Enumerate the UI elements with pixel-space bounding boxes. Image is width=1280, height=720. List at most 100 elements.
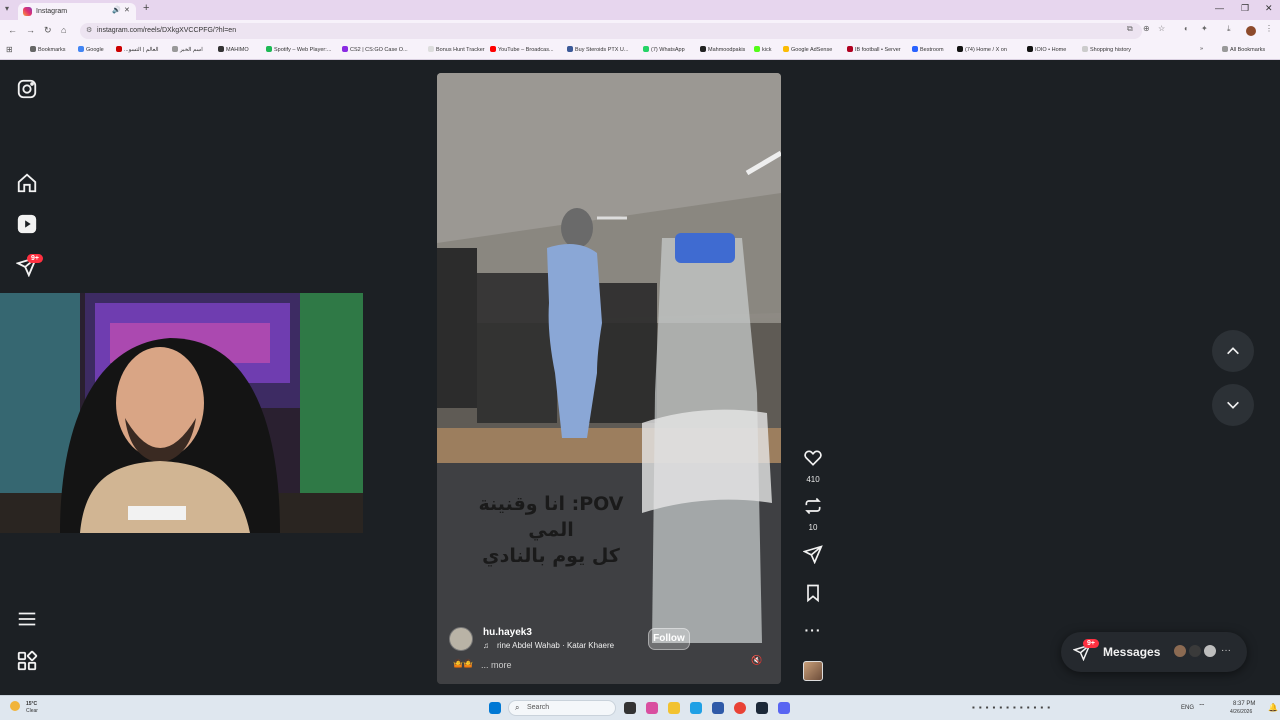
close-window-icon[interactable]: ✕ — [1265, 3, 1273, 14]
reel-video[interactable]: POV: انا وقنينة المي كل يوم بالنادي hu.h… — [437, 73, 781, 684]
next-reel-button[interactable] — [1212, 384, 1254, 426]
back-icon[interactable]: ← — [8, 25, 17, 35]
network-volume-icons[interactable]: ⌔ — [1198, 702, 1206, 712]
tab-close-icon[interactable]: ✕ — [124, 6, 130, 14]
maximize-icon[interactable]: ❐ — [1241, 3, 1249, 14]
instagram-reels-page: 9+ POV: انا وقنينة المي كل يوم بالنادي h… — [0, 60, 1280, 695]
bookmark-item[interactable]: Google — [78, 46, 104, 53]
bookmark-favicon-icon — [172, 46, 178, 52]
bookmark-item[interactable]: IB football • Server — [847, 46, 901, 53]
minimize-icon[interactable]: — — [1215, 3, 1224, 13]
task-view-icon[interactable] — [624, 702, 636, 714]
messages-badge: 9+ — [1083, 639, 1099, 648]
author-username[interactable]: hu.hayek3 — [483, 627, 532, 638]
chevron-up-icon — [1227, 347, 1239, 355]
taskbar-search[interactable]: ⌕ Search — [508, 700, 616, 716]
profile-avatar[interactable] — [1246, 26, 1256, 36]
chrome-icon[interactable] — [734, 702, 746, 714]
bookmark-favicon-icon — [1027, 46, 1033, 52]
more-options-icon[interactable]: ··· — [800, 622, 826, 638]
extensions-puzzle-icon[interactable]: ✦ — [1201, 24, 1208, 33]
tab-search-icon[interactable]: ▾ — [5, 4, 9, 13]
install-app-icon[interactable]: ⧉ — [1127, 24, 1133, 34]
bookmark-item[interactable]: اسم الخبر — [172, 46, 203, 53]
bookmark-label: Mahmoodpakis — [708, 47, 746, 53]
bookmark-item[interactable]: Bestroom — [912, 46, 944, 53]
clock-date[interactable]: 4/26/2026 — [1230, 709, 1252, 715]
browser-menu-icon[interactable]: ⋮ — [1265, 24, 1273, 33]
follow-button[interactable]: Follow — [648, 628, 690, 650]
browser-toolbar: ← → ↻ ⌂ ⚙ instagram.com/reels/DXkgXVCCPF… — [0, 20, 1280, 42]
menu-icon[interactable] — [16, 608, 38, 630]
bookmarks-overflow-icon[interactable]: » — [1200, 46, 1203, 52]
tab-instagram[interactable]: Instagram 🔊 ✕ — [18, 3, 136, 20]
zoom-icon[interactable]: ⊕ — [1143, 24, 1150, 33]
bookmark-item[interactable]: MAHIMO — [218, 46, 249, 53]
edge-icon[interactable] — [690, 702, 702, 714]
bookmark-label: Bookmarks — [38, 47, 66, 53]
steam-icon[interactable] — [756, 702, 768, 714]
discord-icon[interactable] — [778, 702, 790, 714]
bookmark-item[interactable]: IOIO • Home — [1027, 46, 1066, 53]
bookmark-label: Bonus Hunt Tracker — [436, 47, 485, 53]
more-apps-icon[interactable] — [16, 650, 38, 672]
save-action[interactable] — [800, 583, 826, 608]
reel-caption: POV: انا وقنينة المي كل يوم بالنادي — [461, 491, 641, 569]
address-bar[interactable]: ⚙ instagram.com/reels/DXkgXVCCPFG/?hl=en — [80, 23, 1142, 39]
bookmark-item[interactable]: YouTube – Broadcas... — [490, 46, 554, 53]
share-action[interactable] — [800, 544, 826, 569]
bookmark-item[interactable]: CS2 | CS:GO Case O... — [342, 46, 408, 53]
bookmark-item[interactable]: Google AdSense — [783, 46, 832, 53]
repost-action[interactable]: 10 — [800, 496, 826, 532]
like-action[interactable]: 410 — [800, 448, 826, 484]
tray-icons[interactable]: ▪▪▪▪▪▪▪▪▪▪▪▪ — [972, 703, 1054, 712]
bookmark-item[interactable]: Bookmarks — [30, 46, 66, 53]
bookmark-favicon-icon — [847, 46, 853, 52]
bookmark-item[interactable]: Mahmoodpakis — [700, 46, 745, 53]
language-indicator[interactable]: ENG — [1181, 705, 1194, 711]
start-icon[interactable] — [489, 702, 501, 714]
bookmark-item[interactable]: Buy Steroids PTX U... — [567, 46, 629, 53]
reload-icon[interactable]: ↻ — [44, 25, 52, 36]
bookmark-favicon-icon — [567, 46, 573, 52]
bookmark-item[interactable]: kick — [754, 46, 771, 53]
bookmark-star-icon[interactable]: ☆ — [1158, 24, 1165, 33]
author-avatar[interactable] — [449, 627, 473, 651]
bookmark-item[interactable]: Spotify – Web Player:... — [266, 46, 331, 53]
search-label: Search — [527, 704, 550, 711]
previous-reel-button[interactable] — [1212, 330, 1254, 372]
bookmark-item[interactable]: (7) WhatsApp — [643, 46, 685, 53]
home-icon[interactable]: ⌂ — [61, 25, 66, 35]
reels-nav-icon[interactable] — [16, 213, 38, 235]
instagram-logo-icon[interactable] — [16, 78, 38, 100]
file-explorer-icon[interactable] — [668, 702, 680, 714]
apps-grid-icon[interactable]: ⊞ — [6, 45, 13, 54]
bookmark-favicon-icon — [342, 46, 348, 52]
notification-center-icon[interactable]: 🔔 — [1268, 703, 1278, 712]
messages-bubble[interactable]: 9+ Messages ··· — [1061, 632, 1247, 672]
search-icon: ⌕ — [515, 703, 520, 712]
all-bookmarks-link[interactable]: All Bookmarks — [1222, 46, 1265, 53]
weather-icon[interactable] — [10, 701, 20, 711]
bookmark-item[interactable]: ...العالم | التسو — [116, 46, 159, 53]
audio-thumbnail[interactable] — [803, 661, 823, 681]
notifications-badge: 9+ — [27, 254, 43, 263]
clock-time[interactable]: 8:37 PM — [1233, 701, 1255, 707]
weather-temp: 15°C — [26, 701, 38, 707]
forward-icon[interactable]: → — [26, 25, 35, 35]
downloads-icon[interactable]: ⤓ — [1227, 24, 1231, 34]
audio-track[interactable]: rine Abdel Wahab · Katar Khaere — [497, 641, 614, 650]
home-nav-icon[interactable] — [16, 172, 38, 194]
bookmark-item[interactable]: (74) Home / X on — [957, 46, 1007, 53]
instagram-favicon-icon — [23, 7, 32, 16]
caption-more-link[interactable]: ... more — [481, 660, 512, 670]
site-info-icon[interactable]: ⚙ — [86, 23, 92, 39]
mute-toggle-icon[interactable]: 🔇 — [751, 655, 762, 666]
tab-audio-icon[interactable]: 🔊 — [112, 6, 121, 14]
copilot-icon[interactable] — [646, 702, 658, 714]
extension-icon[interactable]: ◐ — [1184, 24, 1189, 33]
bookmark-item[interactable]: Bonus Hunt Tracker — [428, 46, 485, 53]
store-icon[interactable] — [712, 702, 724, 714]
bookmark-item[interactable]: Shopping history — [1082, 46, 1131, 53]
new-tab-icon[interactable]: + — [143, 2, 149, 14]
